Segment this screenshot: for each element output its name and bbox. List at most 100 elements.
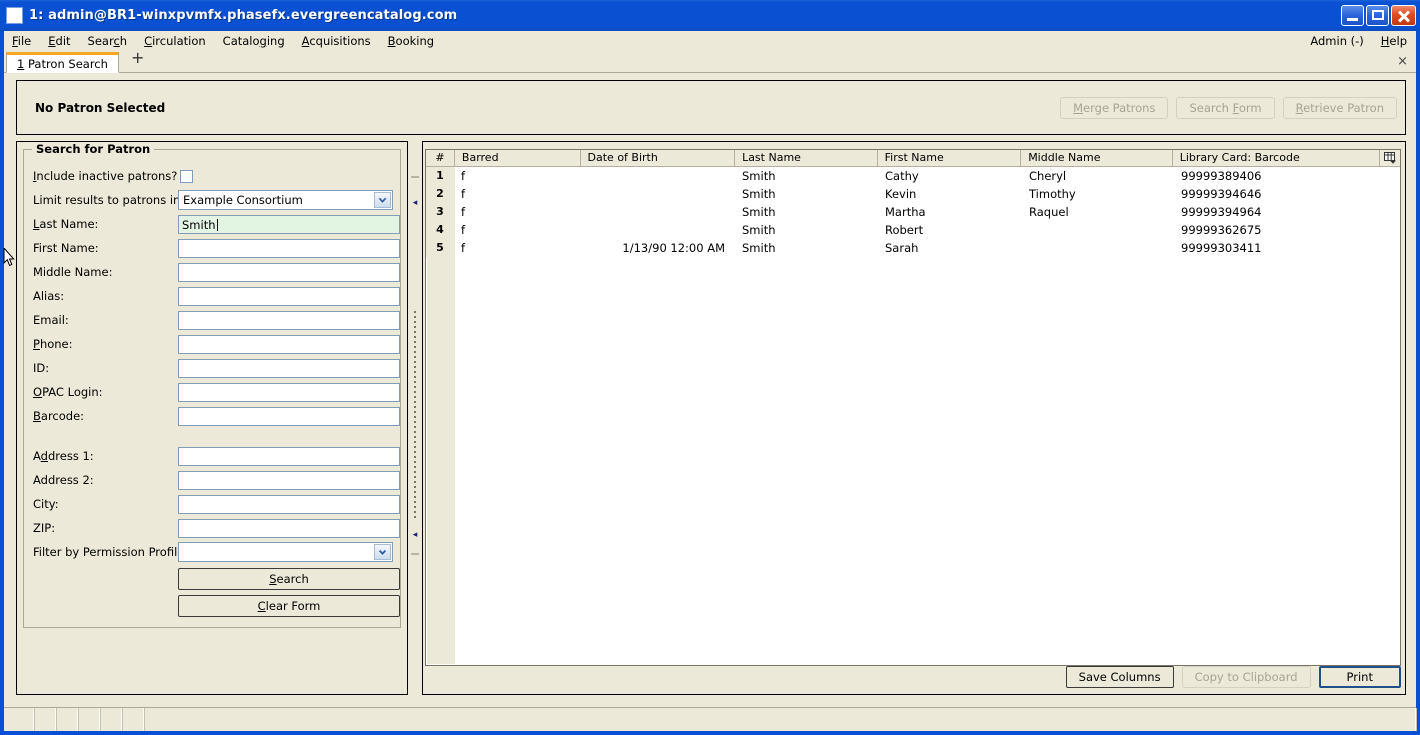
cell-date-of-birth: 1/13/90 12:00 AM: [622, 241, 725, 255]
splitter-collapse-left-icon-2[interactable]: ◂: [410, 531, 420, 540]
table-row[interactable]: 1 f Smith Cathy Cheryl 99999389406: [426, 167, 1400, 185]
limit-results-label: Limit results to patrons in: [33, 193, 181, 207]
status-bar: [4, 707, 1416, 731]
last-name-input[interactable]: Smith: [178, 214, 400, 234]
field-row-limit-results: Limit results to patrons in Example Cons…: [24, 188, 400, 212]
minimize-button[interactable]: [1341, 5, 1364, 26]
permission-profile-select[interactable]: [178, 542, 393, 562]
search-form-button[interactable]: Search Form: [1176, 96, 1275, 119]
status-segment: [78, 708, 100, 731]
id-input[interactable]: [178, 358, 400, 378]
print-button[interactable]: Print: [1318, 666, 1401, 688]
field-row-email: Email:: [24, 308, 400, 332]
email-input[interactable]: [178, 310, 400, 330]
title-bar: 1: admin@BR1-winxpvmfx.phasefx.evergreen…: [0, 0, 1420, 31]
clear-form-button[interactable]: Clear Form: [178, 595, 400, 617]
middle-name-input[interactable]: [178, 262, 400, 282]
column-header-date-of-birth[interactable]: Date of Birth: [579, 150, 735, 166]
permission-profile-label: Filter by Permission Profile:: [33, 545, 189, 559]
menu-booking[interactable]: Booking: [380, 32, 443, 50]
new-tab-button[interactable]: +: [127, 50, 148, 69]
search-panel: Search for Patron Include inactive patro…: [16, 141, 408, 695]
save-columns-button[interactable]: Save Columns: [1065, 666, 1174, 688]
maximize-button[interactable]: [1366, 5, 1389, 26]
include-inactive-label: Include inactive patrons?: [33, 169, 178, 183]
first-name-input[interactable]: [178, 238, 400, 258]
patron-header-bar: No Patron Selected Merge Patrons Search …: [16, 80, 1406, 135]
results-footer-buttons: Save Columns Copy to Clipboard Print: [1065, 666, 1401, 688]
field-row-permission-profile: Filter by Permission Profile:: [24, 540, 400, 564]
chevron-down-icon: [374, 544, 391, 560]
maximize-icon: [1367, 6, 1388, 25]
cell-first-name: Cathy: [885, 169, 919, 183]
cell-first-name: Kevin: [885, 187, 917, 201]
minimize-icon: [1342, 6, 1363, 25]
city-input[interactable]: [178, 494, 400, 514]
menu-search[interactable]: Search: [80, 32, 137, 50]
barcode-input[interactable]: [178, 406, 400, 426]
include-inactive-checkbox[interactable]: [180, 169, 193, 183]
tab-patron-search[interactable]: 1 Patron Search: [6, 52, 119, 73]
alias-input[interactable]: [178, 286, 400, 306]
table-row[interactable]: 3 f Smith Martha Raquel 99999394964: [426, 203, 1400, 221]
close-button[interactable]: [1391, 5, 1416, 26]
search-for-patron-groupbox: Search for Patron Include inactive patro…: [23, 142, 401, 628]
menu-cataloging[interactable]: Cataloging: [215, 32, 294, 50]
status-segment: [34, 708, 56, 731]
zip-input[interactable]: [178, 518, 400, 538]
last-name-label: Last Name:: [33, 217, 99, 231]
menu-edit[interactable]: Edit: [40, 32, 79, 50]
menu-acquisitions[interactable]: Acquisitions: [294, 32, 380, 50]
cell-date-of-birth: [580, 203, 735, 221]
cell-last-name: Smith: [742, 169, 776, 183]
text-caret: [216, 218, 218, 231]
retrieve-patron-button[interactable]: Retrieve Patron: [1282, 96, 1397, 119]
phone-input[interactable]: [178, 334, 400, 354]
field-row-city: City:: [24, 492, 400, 516]
cell-last-name: Smith: [742, 241, 776, 255]
menu-admin[interactable]: Admin (-): [1302, 32, 1372, 50]
table-row[interactable]: 2 f Smith Kevin Timothy 99999394646: [426, 185, 1400, 203]
column-header-last-name[interactable]: Last Name: [734, 150, 877, 166]
splitter-collapse-left-icon[interactable]: ◂: [410, 199, 420, 208]
table-row[interactable]: 4 f Smith Robert 99999362675: [426, 221, 1400, 239]
menu-help[interactable]: Help: [1373, 32, 1416, 50]
status-segment: [144, 708, 1416, 731]
cell-middle-name: [1022, 239, 1174, 257]
id-label: ID:: [33, 361, 50, 375]
column-picker-icon[interactable]: [1379, 150, 1400, 166]
address-2-input[interactable]: [178, 470, 400, 490]
address-2-label: Address 2:: [33, 473, 94, 487]
merge-patrons-button[interactable]: Merge Patrons: [1060, 96, 1169, 119]
opac-login-input[interactable]: [178, 382, 400, 402]
cell-row-number: 2: [426, 185, 454, 203]
limit-results-select[interactable]: Example Consortium: [178, 190, 393, 210]
cell-library-card-barcode: 99999362675: [1181, 223, 1262, 237]
column-header-number[interactable]: #: [426, 150, 454, 166]
cell-barred: f: [461, 205, 466, 219]
column-header-barred[interactable]: Barred: [453, 150, 580, 166]
search-button[interactable]: Search: [178, 568, 400, 590]
menu-bar-right: Admin (-) Help: [1302, 32, 1416, 50]
column-header-first-name[interactable]: First Name: [876, 150, 1021, 166]
cell-middle-name: Raquel: [1029, 205, 1069, 219]
cell-row-number: 5: [426, 239, 454, 257]
app-icon: [6, 7, 23, 24]
cell-middle-name: Timothy: [1029, 187, 1076, 201]
panel-splitter[interactable]: ◂ ◂: [408, 141, 422, 695]
cell-last-name: Smith: [742, 187, 776, 201]
window-controls: [1341, 5, 1420, 26]
column-header-library-card-barcode[interactable]: Library Card: Barcode: [1171, 150, 1379, 166]
cell-first-name: Robert: [885, 223, 924, 237]
table-row[interactable]: 5 f 1/13/90 12:00 AM Smith Sarah 9999930…: [426, 239, 1400, 257]
menu-circulation[interactable]: Circulation: [136, 32, 215, 50]
cell-barred: f: [461, 241, 466, 255]
copy-to-clipboard-button[interactable]: Copy to Clipboard: [1181, 666, 1311, 688]
menu-file[interactable]: File: [4, 32, 40, 50]
column-header-middle-name[interactable]: Middle Name: [1020, 150, 1172, 166]
close-tab-button[interactable]: ×: [1397, 54, 1416, 69]
cell-barred: f: [461, 169, 466, 183]
window-title: 1: admin@BR1-winxpvmfx.phasefx.evergreen…: [29, 8, 458, 23]
address-1-input[interactable]: [178, 446, 400, 466]
splitter-grip: [414, 311, 416, 521]
